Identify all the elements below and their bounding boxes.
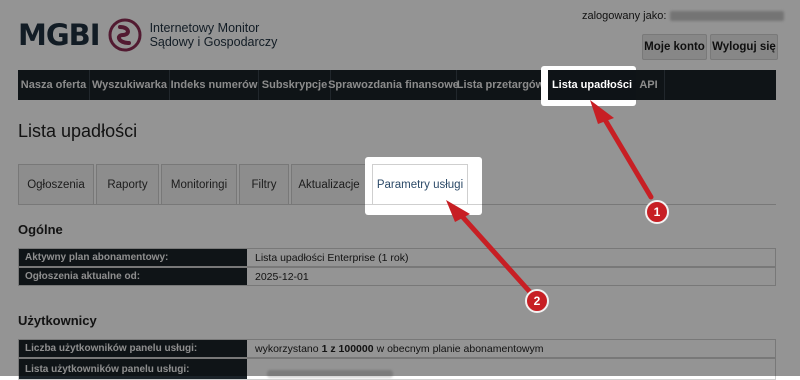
arrow-2-line [457,211,533,295]
arrow-1-head-icon [590,100,614,124]
arrow-1-line [601,115,654,200]
annotation-badge-2: 2 [525,289,549,313]
page: MGBI Internetowy Monitor Sądowy i Gospod… [0,0,800,380]
annotation-badge-1: 1 [645,200,669,224]
annotation-arrows [446,100,654,295]
